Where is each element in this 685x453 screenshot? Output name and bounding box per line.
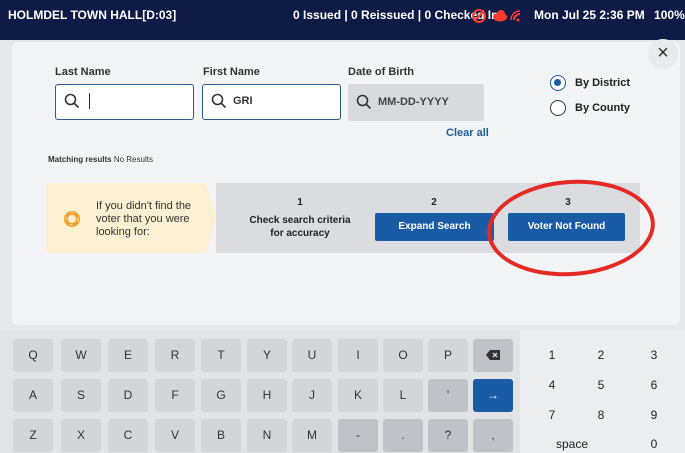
matching-results-label: Matching results [48,155,112,164]
key-p[interactable]: P [428,339,468,372]
key-w[interactable]: W [61,339,101,372]
numkey-0[interactable]: 0 [639,437,669,451]
numkey-4[interactable]: 4 [537,378,567,392]
wifi-icon [510,10,521,22]
key-i[interactable]: I [338,339,378,372]
expand-search-button[interactable]: Expand Search [375,213,494,241]
help-text: If you didn't find the voter that you we… [96,200,192,238]
text-cursor [89,93,90,109]
key-c[interactable]: C [108,419,148,452]
enter-key[interactable]: → [473,379,513,412]
last-name-field[interactable] [55,84,194,120]
key-period[interactable]: . [383,419,423,452]
numkey-2[interactable]: 2 [586,348,616,362]
key-o[interactable]: O [383,339,423,372]
radio-unselected-icon [550,100,566,116]
clear-all-link[interactable]: Clear all [446,127,489,139]
key-d[interactable]: D [108,379,148,412]
location-label: HOLMDEL TOWN HALL[D:03] [8,8,177,22]
numkey-9[interactable]: 9 [639,408,669,422]
close-icon[interactable]: × [648,39,678,69]
datetime-battery: Mon Jul 25 2:36 PM 100% [534,8,685,22]
numkey-1[interactable]: 1 [537,348,567,362]
radio-selected-icon [550,75,566,91]
key-a[interactable]: A [13,379,53,412]
key-x[interactable]: X [61,419,101,452]
key-q[interactable]: Q [13,339,53,372]
key-b[interactable]: B [201,419,241,452]
backspace-key[interactable] [473,339,513,372]
status-icons [471,6,531,24]
step-1-text: Check search criteria for accuracy [249,215,351,239]
numkey-5[interactable]: 5 [586,378,616,392]
lifebuoy-icon [64,211,80,227]
key-v[interactable]: V [155,419,195,452]
step-2-number: 2 [431,197,437,208]
key-s[interactable]: S [61,379,101,412]
matching-results: Matching results No Results [48,155,153,164]
key-t[interactable]: T [201,339,241,372]
key-comma[interactable]: , [473,419,513,452]
key-question[interactable]: ? [428,419,468,452]
help-banner: If you didn't find the voter that you we… [46,183,216,253]
numkey-7[interactable]: 7 [537,408,567,422]
radio-label: By District [575,77,631,89]
battery-label: 100% [654,8,685,22]
key-e[interactable]: E [108,339,148,372]
numkey-6[interactable]: 6 [639,378,669,392]
dob-label: Date of Birth [348,66,414,78]
key-y[interactable]: Y [247,339,287,372]
key-u[interactable]: U [292,339,332,372]
cloud-icon [493,10,507,22]
key-j[interactable]: J [292,379,332,412]
key-n[interactable]: N [247,419,287,452]
search-icon [356,94,372,110]
step-1-number: 1 [297,197,303,208]
no-sync-icon [472,9,486,23]
first-name-field[interactable]: GRI [202,84,341,120]
key-m[interactable]: M [292,419,332,452]
key-k[interactable]: K [338,379,378,412]
first-name-label: First Name [203,66,260,78]
key-apostrophe[interactable]: ' [428,379,468,412]
dob-field[interactable]: MM-DD-YYYY [348,84,484,121]
checkin-counts: 0 Issued | 0 Reissued | 0 Checked In [293,8,499,22]
key-z[interactable]: Z [13,419,53,452]
status-bar: HOLMDEL TOWN HALL[D:03] 0 Issued | 0 Rei… [0,0,685,40]
search-icon [211,93,227,109]
dob-placeholder: MM-DD-YYYY [378,96,449,108]
space-key[interactable]: space [537,437,607,451]
datetime-label: Mon Jul 25 2:36 PM [534,8,645,22]
key-r[interactable]: R [155,339,195,372]
numkey-8[interactable]: 8 [586,408,616,422]
radio-label: By County [575,102,630,114]
numeric-keypad: 1 2 3 4 5 6 7 8 9 space 0 [520,330,685,453]
search-icon [64,93,80,109]
matching-results-value: No Results [113,155,153,164]
backspace-icon [486,350,500,360]
key-l[interactable]: L [383,379,423,412]
key-f[interactable]: F [155,379,195,412]
last-name-label: Last Name [55,66,111,78]
key-hyphen[interactable]: - [338,419,378,452]
key-g[interactable]: G [201,379,241,412]
key-h[interactable]: H [247,379,287,412]
first-name-value: GRI [233,95,253,107]
numkey-3[interactable]: 3 [639,348,669,362]
